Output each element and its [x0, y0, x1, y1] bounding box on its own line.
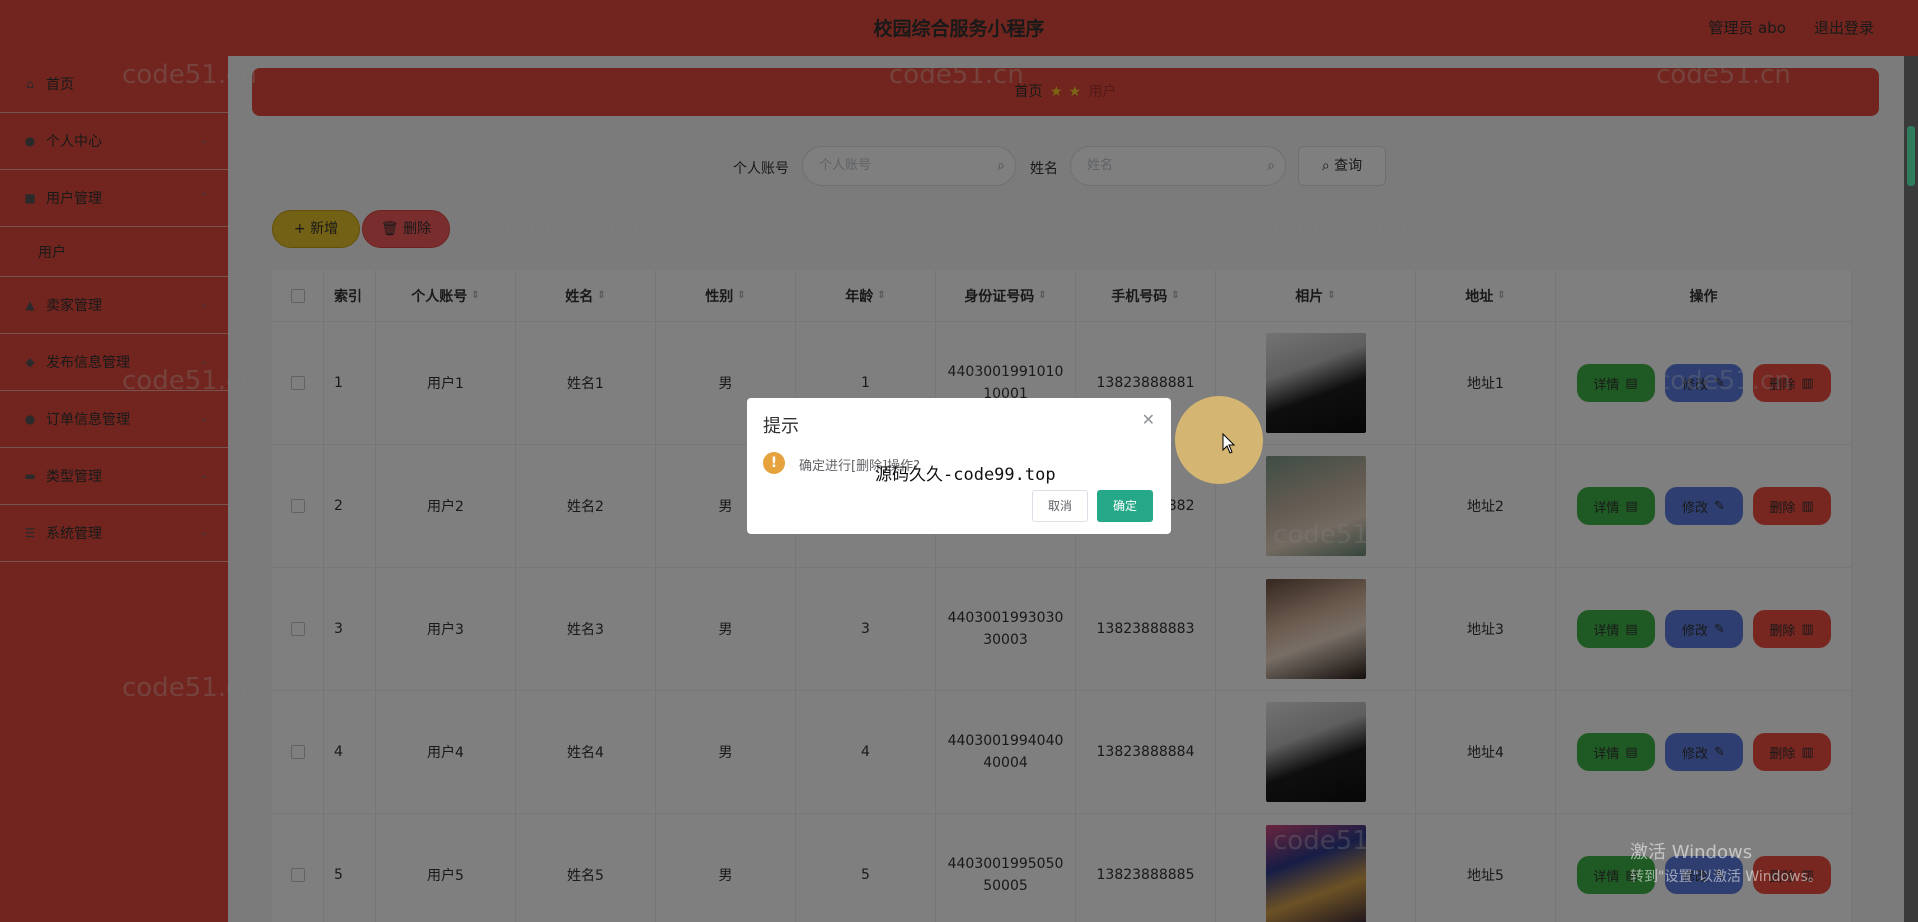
mouse-cursor-icon [1222, 433, 1236, 454]
windows-activation-hint: 转到"设置"以激活 Windows。 [1630, 869, 1822, 885]
confirm-button[interactable]: 确定 [1097, 490, 1153, 522]
windows-activation-title: 激活 Windows [1630, 842, 1753, 863]
cancel-button[interactable]: 取消 [1032, 490, 1088, 522]
warning-icon: ! [763, 452, 785, 474]
source-stamp-text: 源码久久-code99.top [875, 465, 1056, 485]
page-scrollbar[interactable] [1904, 56, 1918, 922]
close-icon[interactable]: ✕ [1142, 410, 1155, 429]
cursor-highlight [1175, 396, 1263, 484]
dialog-title: 提示 [763, 416, 799, 437]
scrollbar-thumb[interactable] [1907, 126, 1915, 186]
